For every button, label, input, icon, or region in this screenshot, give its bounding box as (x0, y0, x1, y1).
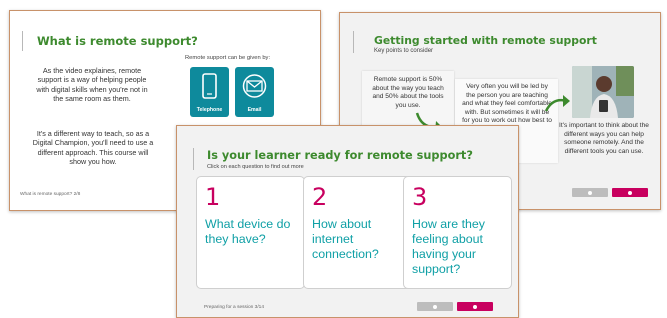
previous-button[interactable] (417, 302, 453, 311)
question-number: 3 (412, 183, 428, 211)
question-card-feeling[interactable]: 3 How are they feeling about having your… (403, 176, 512, 289)
question-text: How about internet connection? (312, 217, 379, 261)
question-number: 2 (312, 183, 328, 211)
slide-title: Is your learner ready for remote support… (207, 149, 473, 162)
person-using-phone-photo (572, 66, 634, 118)
slide-subtitle: Key points to consider (374, 48, 434, 54)
tile-email[interactable]: Email (235, 67, 274, 117)
tools-paragraph: It's important to think about the differ… (559, 122, 649, 155)
slide-footer: Preparing for a session 3/14 (204, 305, 264, 310)
slide-subtitle: Click on each question to find out more (207, 164, 304, 170)
tile-telephone[interactable]: Telephone (190, 67, 229, 117)
title-accent-bar (22, 31, 23, 51)
question-card-device[interactable]: 1 What device do they have? (196, 176, 305, 289)
given-by-label: Remote support can be given by: (185, 55, 271, 61)
info-card-text: Remote support is 50% about the way you … (372, 76, 444, 109)
tile-label: Telephone (196, 107, 223, 113)
question-card-internet[interactable]: 2 How about internet connection? (303, 176, 412, 289)
phone-icon (202, 73, 217, 99)
approach-paragraph: It's a different way to teach, so as a D… (32, 129, 154, 167)
tile-label: Email (247, 107, 262, 113)
slide-title: What is remote support? (37, 34, 198, 48)
next-button[interactable] (457, 302, 493, 311)
slide-footer: What is remote support? 2/8 (20, 192, 81, 197)
slide-title: Getting started with remote support (374, 34, 597, 47)
next-button[interactable] (612, 188, 648, 197)
green-arrow-icon (544, 95, 570, 112)
title-accent-bar (353, 31, 354, 53)
email-icon (242, 74, 267, 98)
title-accent-bar (193, 148, 194, 170)
intro-paragraph: As the video explaines, remote support i… (36, 66, 148, 104)
question-number: 1 (205, 183, 221, 211)
question-text: How are they feeling about having your s… (412, 217, 486, 276)
question-text: What device do they have? (205, 217, 291, 246)
previous-button[interactable] (572, 188, 608, 197)
slide-learner-ready: Is your learner ready for remote support… (176, 125, 519, 318)
